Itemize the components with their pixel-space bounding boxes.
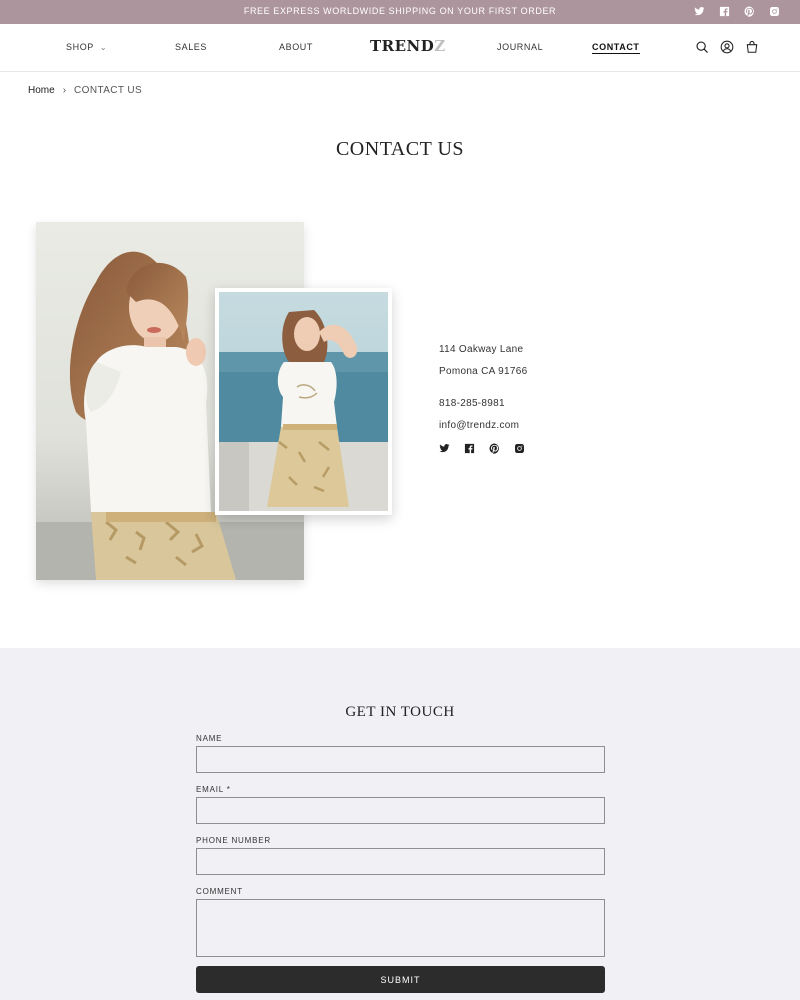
- instagram-icon[interactable]: [514, 443, 525, 454]
- form-title: GET IN TOUCH: [345, 704, 455, 720]
- comment-field[interactable]: [196, 899, 605, 957]
- nav-journal[interactable]: JOURNAL: [497, 42, 543, 52]
- page-title: CONTACT US: [335, 138, 465, 160]
- nav-about[interactable]: ABOUT: [279, 42, 313, 52]
- get-in-touch-section: GET IN TOUCH NAME EMAIL * PHONE NUMBER C…: [0, 648, 800, 1000]
- breadcrumb-home[interactable]: Home: [28, 85, 55, 96]
- address-line-2: Pomona CA 91766: [439, 366, 528, 377]
- comment-label: COMMENT: [196, 887, 243, 896]
- announcement-social-links: [694, 6, 780, 17]
- contact-social-links: [439, 443, 525, 454]
- pinterest-icon[interactable]: [489, 443, 500, 454]
- phone-label: PHONE NUMBER: [196, 836, 271, 845]
- announcement-bar: FREE EXPRESS WORLDWIDE SHIPPING ON YOUR …: [0, 0, 800, 24]
- announcement-text: FREE EXPRESS WORLDWIDE SHIPPING ON YOUR …: [243, 6, 557, 16]
- facebook-icon[interactable]: [719, 6, 730, 17]
- nav-shop-label: SHOP: [66, 42, 94, 52]
- address-line-1: 114 Oakway Lane: [439, 344, 524, 355]
- email-link[interactable]: info@trendz.com: [439, 420, 519, 431]
- logo-accent: Z: [434, 37, 446, 55]
- phone-field[interactable]: [196, 848, 605, 875]
- pinterest-icon[interactable]: [744, 6, 755, 17]
- email-field[interactable]: [196, 797, 605, 824]
- facebook-icon[interactable]: [464, 443, 475, 454]
- phone-link[interactable]: 818-285-8981: [439, 398, 505, 409]
- contact-photo-inset: [215, 288, 392, 515]
- submit-button[interactable]: SUBMIT: [196, 966, 605, 993]
- breadcrumb-current: CONTACT US: [74, 85, 143, 96]
- instagram-icon[interactable]: [769, 6, 780, 17]
- name-label: NAME: [196, 734, 223, 743]
- email-label: EMAIL *: [196, 785, 231, 794]
- site-logo[interactable]: TRENDZ: [370, 37, 446, 55]
- name-field[interactable]: [196, 746, 605, 773]
- breadcrumb: Home › CONTACT US: [28, 85, 142, 96]
- chevron-right-icon: ›: [62, 85, 67, 96]
- chevron-down-icon: ⌄: [99, 43, 108, 52]
- logo-main: TREND: [370, 37, 435, 55]
- cart-icon[interactable]: [745, 40, 759, 54]
- nav-shop[interactable]: SHOP ⌄: [66, 42, 107, 52]
- site-header: SHOP ⌄ SALES ABOUT TRENDZ JOURNAL CONTACT: [0, 24, 800, 72]
- account-icon[interactable]: [720, 40, 734, 54]
- twitter-icon[interactable]: [694, 6, 705, 17]
- twitter-icon[interactable]: [439, 443, 450, 454]
- nav-contact[interactable]: CONTACT: [592, 42, 640, 54]
- search-icon[interactable]: [695, 40, 709, 54]
- nav-sales[interactable]: SALES: [175, 42, 207, 52]
